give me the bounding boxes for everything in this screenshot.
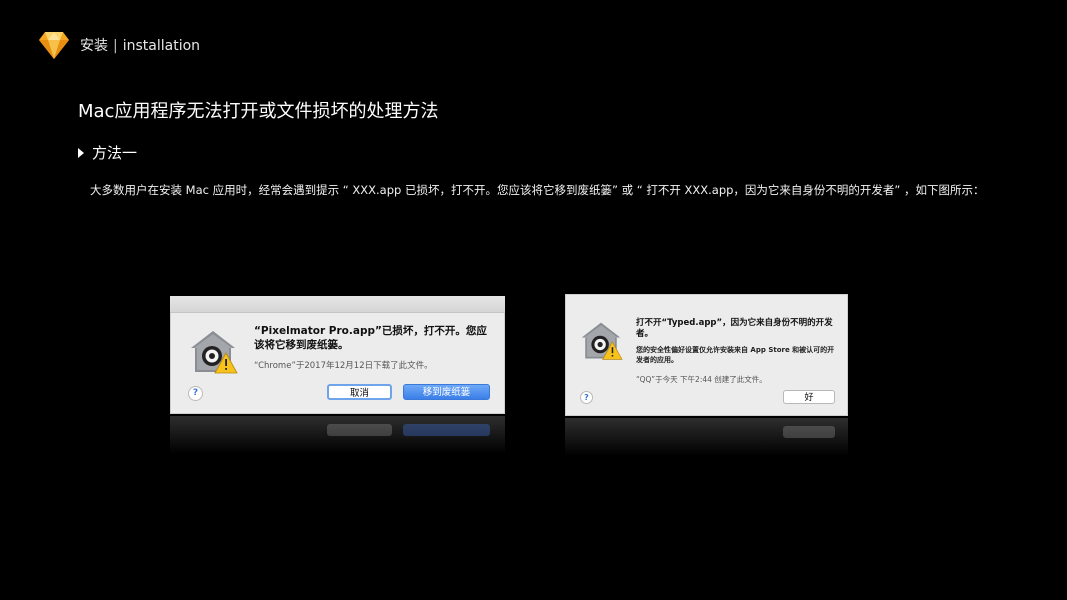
header-section: 安装: [80, 38, 108, 54]
unidentified-developer-dialog-screenshot: 打不开“Typed.app”，因为它来自身份不明的开发者。 您的安全性偏好设置仅…: [565, 294, 848, 460]
damaged-app-dialog: “Pixelmator Pro.app”已损坏，打不开。您应该将它移到废纸篓。 …: [170, 296, 505, 414]
cancel-button[interactable]: 取消: [327, 384, 392, 400]
dialog-body: 您的安全性偏好设置仅允许安装来自 App Store 和被认可的开发者的应用。: [636, 346, 835, 364]
method-heading: 方法一: [78, 142, 137, 163]
dialog-reflection: [565, 418, 848, 460]
unidentified-developer-dialog: 打不开“Typed.app”，因为它来自身份不明的开发者。 您的安全性偏好设置仅…: [565, 294, 848, 416]
page-title: Mac应用程序无法打开或文件损坏的处理方法: [78, 101, 439, 122]
ok-button[interactable]: 好: [783, 390, 835, 404]
reflection-cancel: [327, 424, 392, 436]
reflection-ok: [783, 426, 835, 438]
dialog-title: 打不开“Typed.app”，因为它来自身份不明的开发者。: [636, 318, 833, 340]
gatekeeper-icon: [581, 322, 623, 360]
gatekeeper-icon: [191, 331, 238, 374]
move-to-trash-button[interactable]: 移到废纸篓: [403, 384, 490, 400]
damaged-app-dialog-screenshot: “Pixelmator Pro.app”已损坏，打不开。您应该将它移到废纸篓。 …: [170, 296, 505, 458]
dialog-note: “QQ”于今天 下午2:44 创建了此文件。: [636, 375, 767, 384]
sketch-logo-icon: [39, 32, 69, 59]
method-label: 方法一: [92, 144, 138, 162]
description-text: 大多数用户在安装 Mac 应用时，经常会遇到提示 “ XXX.app 已损坏，打…: [90, 183, 985, 197]
dialog-note: “Chrome”于2017年12月12日下载了此文件。: [254, 361, 433, 371]
header-separator: |: [113, 38, 118, 54]
help-icon[interactable]: ?: [188, 386, 203, 401]
header-subtitle: installation: [122, 38, 201, 54]
dialog-titlebar: [170, 296, 505, 313]
help-icon[interactable]: ?: [580, 391, 593, 404]
reflection-trash: [403, 424, 490, 436]
header: 安装 | installation: [38, 28, 200, 62]
caret-right-icon: [78, 147, 84, 158]
dialog-title: “Pixelmator Pro.app”已损坏，打不开。您应该将它移到废纸篓。: [254, 325, 487, 352]
dialog-reflection: [170, 416, 505, 458]
